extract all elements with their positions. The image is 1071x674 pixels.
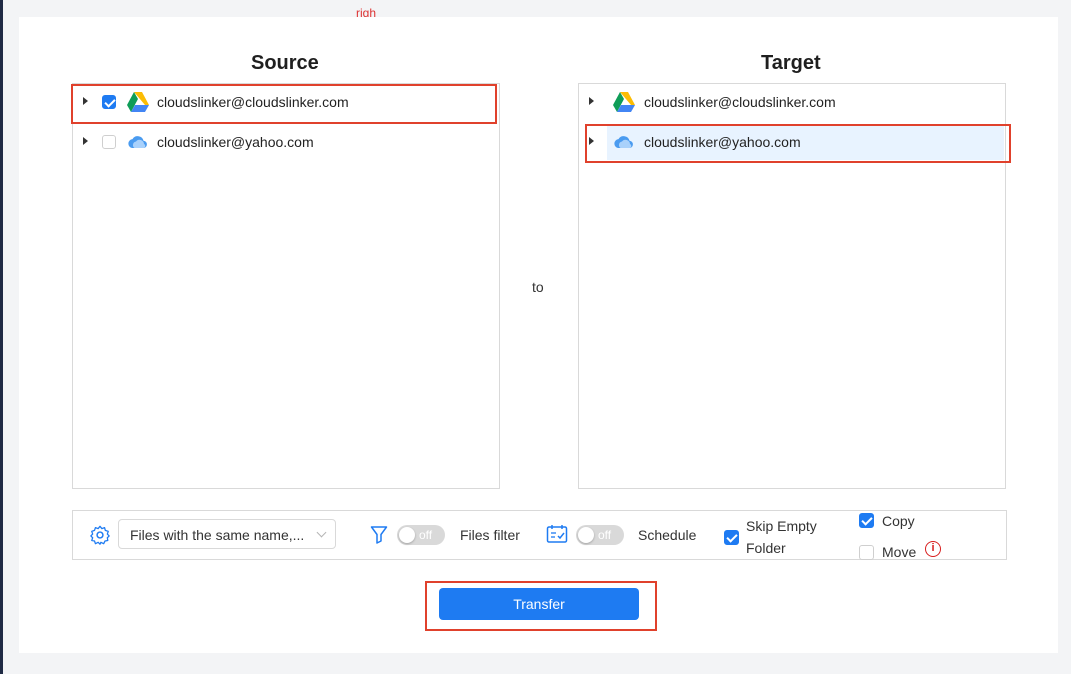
connector-to: to <box>532 279 544 295</box>
schedule-toggle[interactable]: off <box>576 525 624 545</box>
files-filter-toggle[interactable]: off <box>397 525 445 545</box>
toggle-state-text: off <box>419 528 433 542</box>
toggle-knob <box>578 527 594 543</box>
gear-icon[interactable] <box>89 524 111 546</box>
skip-empty-label-folder: Folder <box>746 540 786 556</box>
filter-icon <box>370 526 388 544</box>
expand-caret-icon[interactable] <box>589 97 594 105</box>
move-label: Move <box>882 544 917 560</box>
copy-checkbox[interactable] <box>859 513 874 528</box>
window-edge <box>0 0 3 674</box>
toggle-state-text: off <box>598 528 612 542</box>
source-checkbox-yahoo[interactable] <box>102 135 116 149</box>
target-row-google[interactable]: cloudslinker@cloudslinker.com <box>579 84 1005 122</box>
annotation-box-target <box>585 124 1011 163</box>
annotation-box-transfer <box>425 581 657 631</box>
chevron-down-icon <box>316 527 327 538</box>
target-account-label: cloudslinker@cloudslinker.com <box>644 94 836 110</box>
files-filter-label: Files filter <box>460 527 520 543</box>
source-account-label: cloudslinker@yahoo.com <box>157 134 314 150</box>
schedule-calendar-icon <box>546 525 568 543</box>
source-title: Source <box>251 52 319 74</box>
google-drive-icon <box>613 92 635 112</box>
target-title: Target <box>761 52 821 74</box>
conflict-option-select[interactable]: Files with the same name,... <box>118 519 336 549</box>
cloud-icon <box>128 136 147 148</box>
move-checkbox[interactable] <box>859 545 874 560</box>
source-row-yahoo[interactable]: cloudslinker@yahoo.com <box>73 124 499 162</box>
info-icon[interactable]: i <box>925 541 941 557</box>
options-toolbar: Files with the same name,... off Files f… <box>72 510 1007 560</box>
schedule-label: Schedule <box>638 527 697 543</box>
annotation-box-source <box>71 84 497 124</box>
skip-empty-folder-checkbox[interactable] <box>724 530 739 545</box>
copy-label: Copy <box>882 513 915 529</box>
toggle-knob <box>399 527 415 543</box>
source-panel: cloudslinker@cloudslinker.com cloudslink… <box>72 83 500 489</box>
skip-empty-label: Skip Empty <box>746 518 817 534</box>
expand-caret-icon[interactable] <box>83 137 88 145</box>
conflict-option-value: Files with the same name,... <box>130 527 305 543</box>
